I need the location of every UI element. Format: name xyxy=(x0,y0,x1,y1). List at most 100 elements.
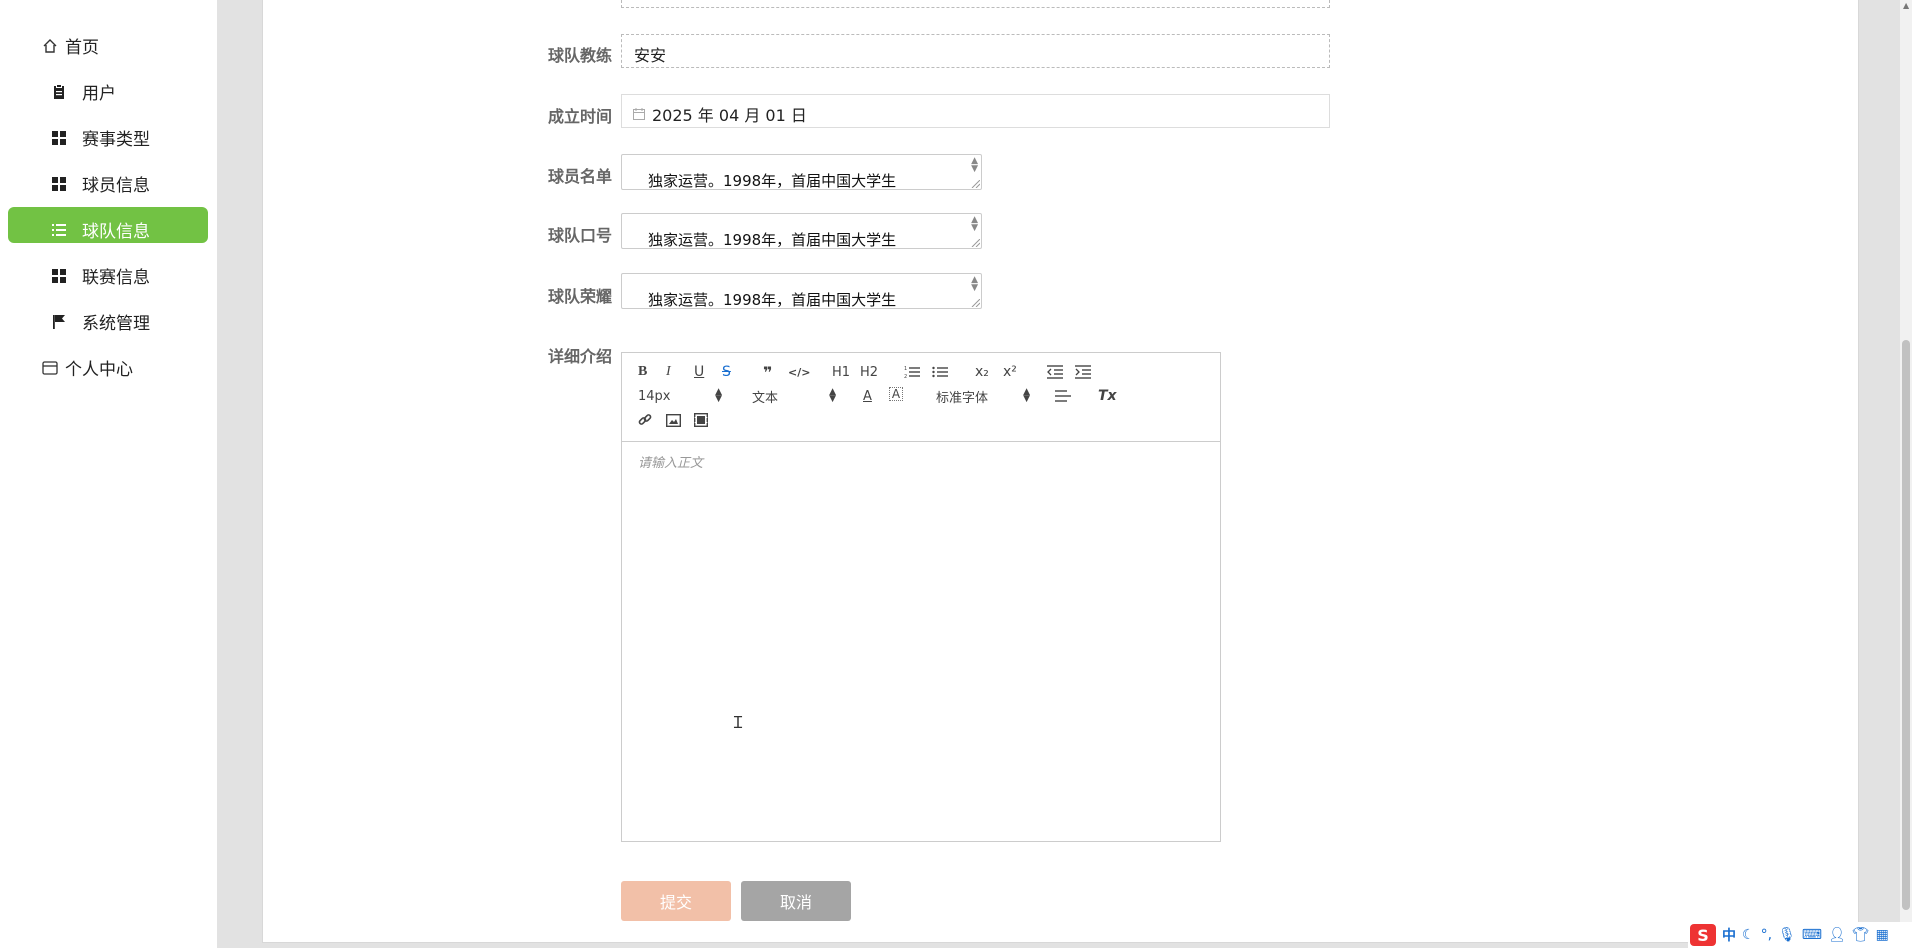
spinner-icon[interactable]: ▲ ▼ xyxy=(971,216,978,233)
ordered-list-button[interactable]: 12 xyxy=(904,363,920,381)
bullet-list-button[interactable] xyxy=(932,363,948,381)
blockquote-button[interactable]: ❞ xyxy=(763,363,772,382)
keyboard-icon[interactable]: ⌨ xyxy=(1802,927,1822,943)
moon-icon[interactable]: ☾ xyxy=(1742,927,1755,943)
resize-grip-icon[interactable] xyxy=(969,239,980,247)
sidebar: 首页 用户 赛事类型 球员信息 球队信息 联赛信息 系统管理 个人中心 xyxy=(0,0,217,948)
resize-grip-icon[interactable] xyxy=(969,299,980,307)
strike-button[interactable]: S xyxy=(722,363,731,381)
founded-label: 成立时间 xyxy=(548,107,613,126)
sidebar-item-event-types[interactable]: 赛事类型 xyxy=(50,125,150,150)
scroll-up-arrow-icon[interactable]: ▲ xyxy=(1903,1,1909,10)
microphone-icon[interactable]: 🎙︎ xyxy=(1778,927,1796,943)
superscript-button[interactable]: x² xyxy=(1003,363,1017,381)
sidebar-item-system[interactable]: 系统管理 xyxy=(50,309,150,334)
honors-value: 独家运营。1998年，首届中国大学生 xyxy=(648,291,897,309)
slogan-label: 球队口号 xyxy=(548,226,613,245)
top-cutoff-field[interactable] xyxy=(621,0,1330,8)
sidebar-item-teams[interactable]: 球队信息 xyxy=(50,217,150,242)
founded-date-field[interactable]: 2025 年 04 月 01 日 xyxy=(621,94,1330,128)
home-icon xyxy=(41,37,59,55)
font-size-select[interactable]: 14px ▲ ▼ xyxy=(638,387,722,405)
roster-value: 独家运营。1998年，首届中国大学生 xyxy=(648,172,897,190)
sogou-logo-icon[interactable]: S xyxy=(1690,924,1716,946)
detail-label: 详细介绍 xyxy=(548,347,613,366)
coach-field[interactable]: 安安 xyxy=(621,34,1330,68)
header2-button[interactable]: H2 xyxy=(860,363,878,381)
outdent-button[interactable] xyxy=(1047,363,1063,381)
cancel-button[interactable]: 取消 xyxy=(741,881,851,921)
spinner-icon[interactable]: ▲ ▼ xyxy=(971,157,978,174)
font-family-select[interactable]: 标准字体 ▲ ▼ xyxy=(936,387,1030,406)
video-button[interactable] xyxy=(694,411,708,429)
sidebar-item-home[interactable]: 首页 xyxy=(41,33,99,58)
indent-button[interactable] xyxy=(1075,363,1091,381)
clipboard-icon xyxy=(50,83,68,101)
sidebar-item-users[interactable]: 用户 xyxy=(50,79,116,104)
punctuation-icon[interactable]: °, xyxy=(1761,927,1772,943)
align-icon xyxy=(1055,390,1071,402)
link-button[interactable] xyxy=(638,411,653,429)
image-icon xyxy=(666,413,681,427)
svg-text:2: 2 xyxy=(904,374,907,379)
sidebar-item-label: 球员信息 xyxy=(82,176,150,196)
image-button[interactable] xyxy=(666,411,681,429)
video-icon xyxy=(694,413,708,427)
ime-language-indicator[interactable]: 中 xyxy=(1722,925,1736,945)
resize-grip-icon[interactable] xyxy=(969,180,980,188)
select-arrows-icon: ▲ ▼ xyxy=(715,387,722,404)
svg-text:1: 1 xyxy=(904,366,907,372)
ime-toolbar: S 中 ☾ °, 🎙︎ ⌨ 👤︎ 👕︎ ▦ xyxy=(1688,922,1912,948)
vertical-scrollbar[interactable]: ▲ xyxy=(1900,0,1912,948)
bullet-list-icon xyxy=(932,366,948,378)
ordered-list-icon: 12 xyxy=(904,366,920,379)
editor-placeholder: 请输入正文 xyxy=(638,456,704,471)
sidebar-item-leagues[interactable]: 联赛信息 xyxy=(50,263,150,288)
subscript-button[interactable]: x₂ xyxy=(975,363,989,381)
font-family-value: 标准字体 xyxy=(936,390,989,406)
roster-textarea[interactable]: 独家运营。1998年，首届中国大学生 ▲ ▼ xyxy=(621,154,982,190)
slogan-textarea[interactable]: 独家运营。1998年，首届中国大学生 ▲ ▼ xyxy=(621,213,982,249)
list-icon xyxy=(50,221,68,239)
submit-button[interactable]: 提交 xyxy=(621,881,731,921)
editor-content-area[interactable]: 请输入正文 xyxy=(622,442,1220,841)
sidebar-item-label: 首页 xyxy=(65,38,99,58)
header-select-value: 文本 xyxy=(752,390,779,406)
link-icon xyxy=(638,413,652,425)
header1-button[interactable]: H1 xyxy=(832,363,850,381)
select-arrows-icon: ▲ ▼ xyxy=(829,387,836,404)
sidebar-item-label: 赛事类型 xyxy=(82,130,150,150)
text-color-button[interactable]: A xyxy=(863,387,872,405)
select-arrows-icon: ▲ ▼ xyxy=(1023,387,1030,404)
align-button[interactable] xyxy=(1055,387,1071,405)
coach-label: 球队教练 xyxy=(548,46,613,65)
rich-text-editor: B I U S ❞ </> H1 H2 12 x₂ x² 14px ▲ ▼ 文本 … xyxy=(621,352,1221,842)
font-size-value: 14px xyxy=(638,388,671,404)
founded-date-value: 2025 年 04 月 01 日 xyxy=(652,106,807,125)
flag-icon xyxy=(50,313,68,331)
clean-format-button[interactable]: Tx xyxy=(1098,387,1117,405)
background-color-button[interactable]: A xyxy=(889,387,903,401)
code-block-button[interactable]: </> xyxy=(788,363,810,381)
grid-icon xyxy=(50,175,68,193)
sidebar-item-label: 球队信息 xyxy=(82,222,150,242)
skin-icon[interactable]: 👕︎ xyxy=(1852,927,1870,943)
text-cursor-icon: Ｉ xyxy=(730,713,747,732)
spinner-icon[interactable]: ▲ ▼ xyxy=(971,276,978,293)
scrollbar-thumb[interactable] xyxy=(1902,340,1910,910)
italic-button[interactable]: I xyxy=(666,363,671,381)
honors-textarea[interactable]: 独家运营。1998年，首届中国大学生 ▲ ▼ xyxy=(621,273,982,309)
header-select[interactable]: 文本 ▲ ▼ xyxy=(752,387,836,406)
user-icon[interactable]: 👤︎ xyxy=(1828,927,1846,943)
roster-label: 球员名单 xyxy=(548,167,613,186)
editor-toolbar: B I U S ❞ </> H1 H2 12 x₂ x² 14px ▲ ▼ 文本 … xyxy=(622,353,1220,442)
grid-icon xyxy=(50,267,68,285)
sidebar-item-profile[interactable]: 个人中心 xyxy=(41,355,133,380)
apps-grid-icon[interactable]: ▦ xyxy=(1876,927,1889,943)
honors-label: 球队荣耀 xyxy=(548,287,613,306)
calendar-icon xyxy=(633,105,645,124)
sidebar-item-players[interactable]: 球员信息 xyxy=(50,171,150,196)
grid-icon xyxy=(50,129,68,147)
bold-button[interactable]: B xyxy=(638,363,647,381)
underline-button[interactable]: U xyxy=(694,363,704,381)
